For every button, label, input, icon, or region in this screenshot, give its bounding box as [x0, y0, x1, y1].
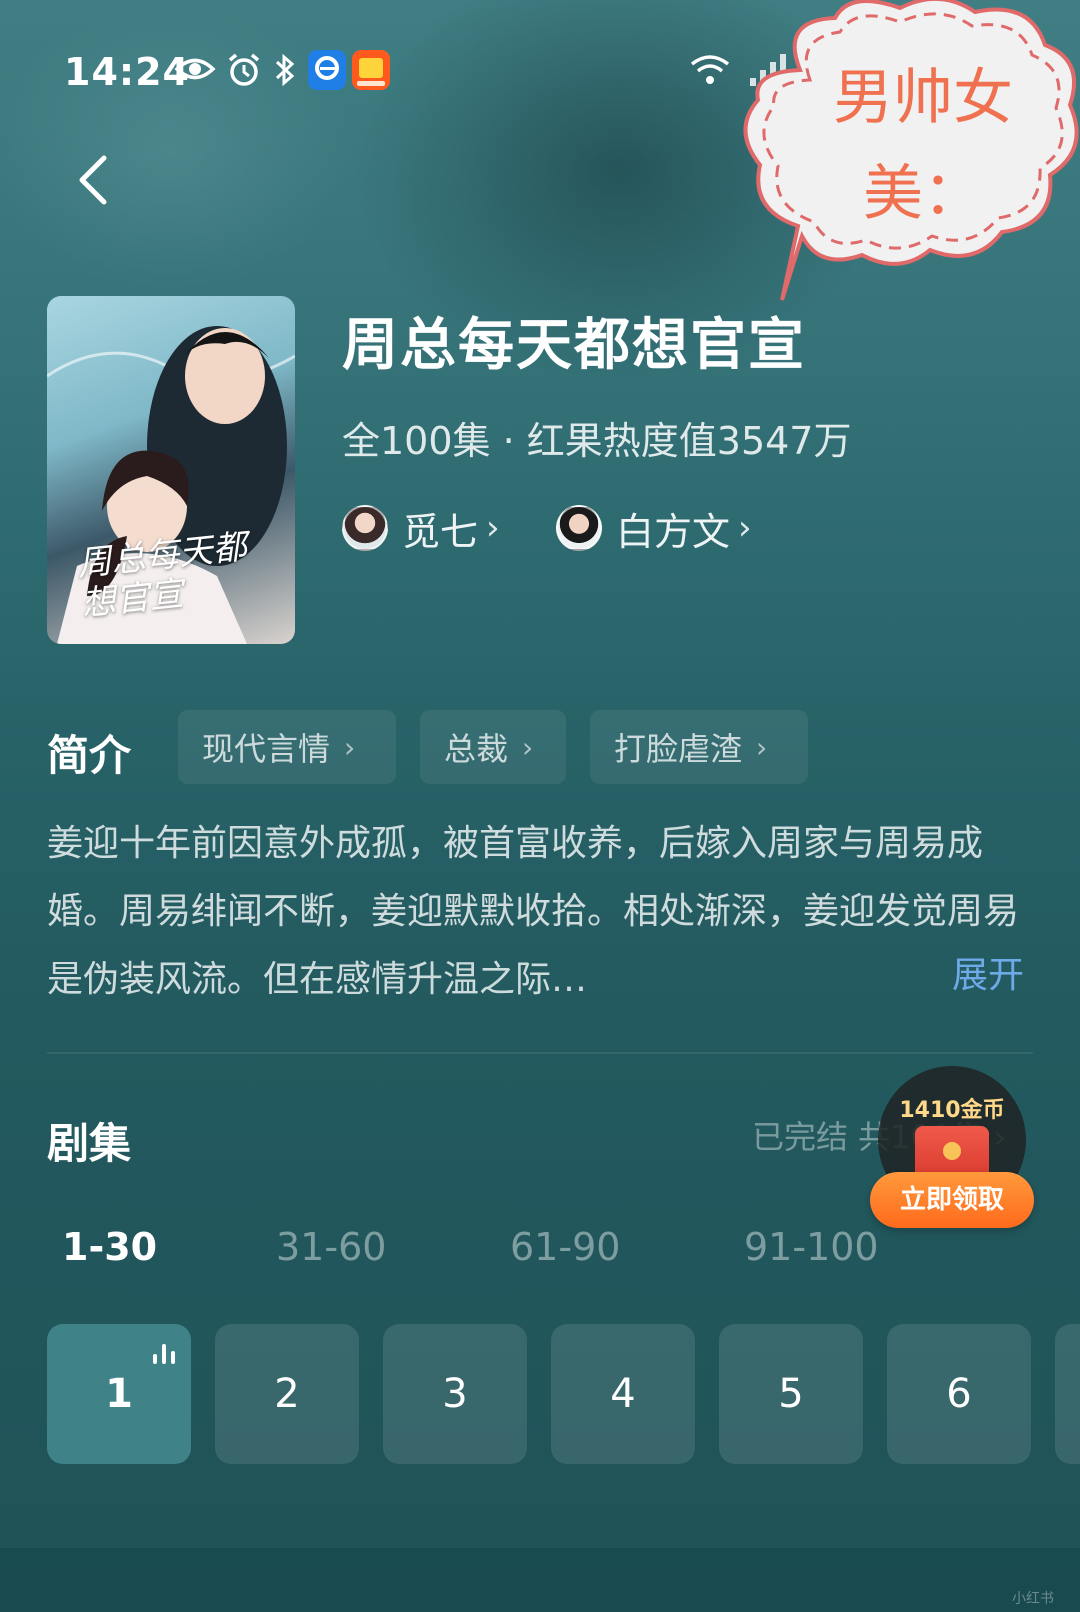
tag-label: 打脸虐渣 — [614, 730, 743, 768]
episode-number: 4 — [610, 1371, 636, 1417]
intro-heading: 简介 — [47, 731, 132, 780]
actor-chip[interactable]: 觅七 › — [342, 502, 500, 554]
coin-amount: 1410金币 — [899, 1098, 1005, 1123]
chevron-right-icon: › — [344, 730, 356, 764]
episodes-heading: 剧集 — [47, 1119, 132, 1168]
claim-reward-button[interactable]: 立即领取 — [870, 1172, 1034, 1228]
episode-button[interactable]: 5 — [719, 1324, 863, 1464]
sticker-text: 男帅女美： — [833, 63, 1013, 229]
drama-poster[interactable]: 周总每天都想官宣 — [47, 296, 295, 644]
episode-number: 3 — [442, 1371, 468, 1417]
episode-button[interactable]: 1 — [47, 1324, 191, 1464]
chevron-right-icon: › — [738, 508, 752, 548]
synopsis-text: 姜迎十年前因意外成孤，被首富收养，后嫁入周家与周易成婚。周易绯闻不断，姜迎默默收… — [47, 823, 1020, 1000]
actor-chip[interactable]: 白方文 › — [556, 502, 752, 554]
genre-tag[interactable]: 现代言情 › — [178, 710, 396, 784]
episode-button[interactable]: 6 — [887, 1324, 1031, 1464]
status-time: 14:24 — [64, 50, 190, 94]
now-playing-icon — [153, 1344, 177, 1364]
expand-button[interactable]: 展开 — [952, 946, 1024, 998]
section-divider — [47, 1052, 1033, 1054]
taobao-app-icon — [352, 50, 390, 90]
drama-title: 周总每天都想官宣 — [342, 313, 806, 378]
bluetooth-icon — [275, 53, 295, 87]
actor-name: 白方文 — [616, 509, 731, 554]
episode-number: 1 — [105, 1371, 133, 1417]
actor-avatar — [342, 505, 388, 551]
chevron-right-icon: › — [756, 730, 768, 764]
drama-meta: 全100集 · 红果热度值3547万 — [342, 419, 852, 463]
episode-button-partial[interactable] — [1055, 1324, 1080, 1464]
episode-button[interactable]: 4 — [551, 1324, 695, 1464]
alarm-icon — [228, 53, 260, 86]
coin-reward-widget[interactable]: 1410金币 立即领取 — [870, 1066, 1034, 1230]
browser-app-icon — [308, 50, 346, 90]
episode-number: 6 — [946, 1371, 972, 1417]
bottom-bar — [0, 1548, 1080, 1612]
tag-label: 总裁 — [444, 730, 509, 768]
genre-tag[interactable]: 总裁 › — [420, 710, 566, 784]
genre-tag[interactable]: 打脸虐渣 › — [590, 710, 808, 784]
episode-number: 2 — [274, 1371, 300, 1417]
episode-button[interactable]: 3 — [383, 1324, 527, 1464]
episode-number: 5 — [778, 1371, 804, 1417]
chevron-right-icon: › — [522, 730, 534, 764]
range-tab-91-100[interactable]: 91-100 — [744, 1225, 879, 1269]
range-tab-1-30[interactable]: 1-30 — [62, 1225, 157, 1269]
wifi-icon — [690, 55, 730, 84]
actor-name: 觅七 — [402, 509, 479, 554]
range-tab-31-60[interactable]: 31-60 — [276, 1225, 386, 1269]
actor-avatar — [556, 505, 602, 551]
tag-label: 现代言情 — [202, 730, 331, 768]
chevron-right-icon: › — [486, 508, 500, 548]
episode-button[interactable]: 2 — [215, 1324, 359, 1464]
back-arrow-icon[interactable] — [70, 150, 120, 210]
range-tab-61-90[interactable]: 61-90 — [510, 1225, 620, 1269]
eye-icon — [174, 58, 216, 80]
watermark: 小红书 — [1012, 1591, 1054, 1607]
